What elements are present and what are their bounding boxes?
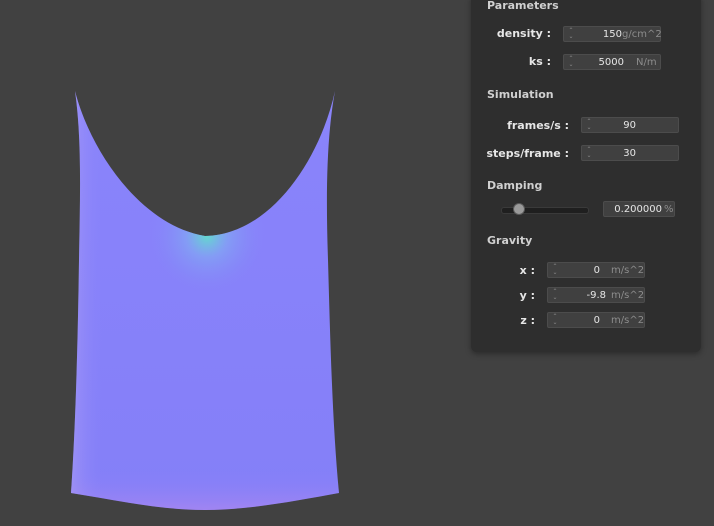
gravity-y-spinner-icon[interactable]: ⌃ ⌄ bbox=[552, 289, 558, 301]
gravity-x-label: x : bbox=[519, 264, 535, 277]
gravity-x-spinner-icon[interactable]: ⌃ ⌄ bbox=[552, 264, 558, 276]
density-spinner-icon[interactable]: ⌃ ⌄ bbox=[568, 28, 574, 40]
frames-per-second-value: 90 bbox=[623, 120, 636, 131]
density-label: density : bbox=[496, 27, 551, 40]
simulation-section-title: Simulation bbox=[487, 88, 554, 101]
frames-per-second-spinner-icon[interactable]: ⌃ ⌄ bbox=[586, 119, 592, 131]
damping-section-title: Damping bbox=[487, 179, 543, 192]
ks-value: 5000 bbox=[598, 57, 624, 68]
frames-per-second-field[interactable]: ⌃ ⌄ 90 bbox=[581, 117, 679, 133]
steps-per-frame-field[interactable]: ⌃ ⌄ 30 bbox=[581, 145, 679, 161]
density-unit: g/cm^2 bbox=[622, 29, 662, 40]
density-value: 150 bbox=[602, 29, 622, 40]
damping-field[interactable]: 0.200000 % bbox=[603, 201, 675, 217]
gravity-x-unit: m/s^2 bbox=[611, 265, 645, 276]
ks-label: ks : bbox=[528, 55, 551, 68]
parameters-panel: Parameters density : ⌃ ⌄ 150 g/cm^2 ks : … bbox=[471, 0, 701, 352]
gravity-z-label: z : bbox=[520, 314, 535, 327]
gravity-z-value: 0 bbox=[593, 315, 600, 326]
steps-per-frame-spinner-icon[interactable]: ⌃ ⌄ bbox=[586, 147, 592, 159]
damping-unit: % bbox=[664, 204, 674, 215]
parameters-section-title: Parameters bbox=[487, 0, 559, 12]
gravity-x-field[interactable]: ⌃ ⌄ 0 m/s^2 bbox=[547, 262, 645, 278]
gravity-y-value: -9.8 bbox=[586, 290, 606, 301]
gravity-z-field[interactable]: ⌃ ⌄ 0 m/s^2 bbox=[547, 312, 645, 328]
steps-per-frame-value: 30 bbox=[623, 148, 636, 159]
gravity-section-title: Gravity bbox=[487, 234, 533, 247]
density-field[interactable]: ⌃ ⌄ 150 g/cm^2 bbox=[563, 26, 662, 42]
ks-field[interactable]: ⌃ ⌄ 5000 N/m bbox=[563, 54, 661, 70]
ks-unit: N/m bbox=[636, 57, 657, 68]
cloth-bottom-shade bbox=[71, 91, 339, 510]
gravity-y-unit: m/s^2 bbox=[611, 290, 645, 301]
gravity-z-unit: m/s^2 bbox=[611, 315, 645, 326]
damping-value: 0.200000 bbox=[614, 204, 662, 215]
ks-spinner-icon[interactable]: ⌃ ⌄ bbox=[568, 56, 574, 68]
gravity-y-label: y : bbox=[519, 289, 535, 302]
gravity-y-field[interactable]: ⌃ ⌄ -9.8 m/s^2 bbox=[547, 287, 645, 303]
frames-per-second-label: frames/s : bbox=[507, 119, 569, 132]
gravity-x-value: 0 bbox=[593, 265, 600, 276]
gravity-z-spinner-icon[interactable]: ⌃ ⌄ bbox=[552, 314, 558, 326]
steps-per-frame-label: steps/frame : bbox=[486, 147, 570, 160]
